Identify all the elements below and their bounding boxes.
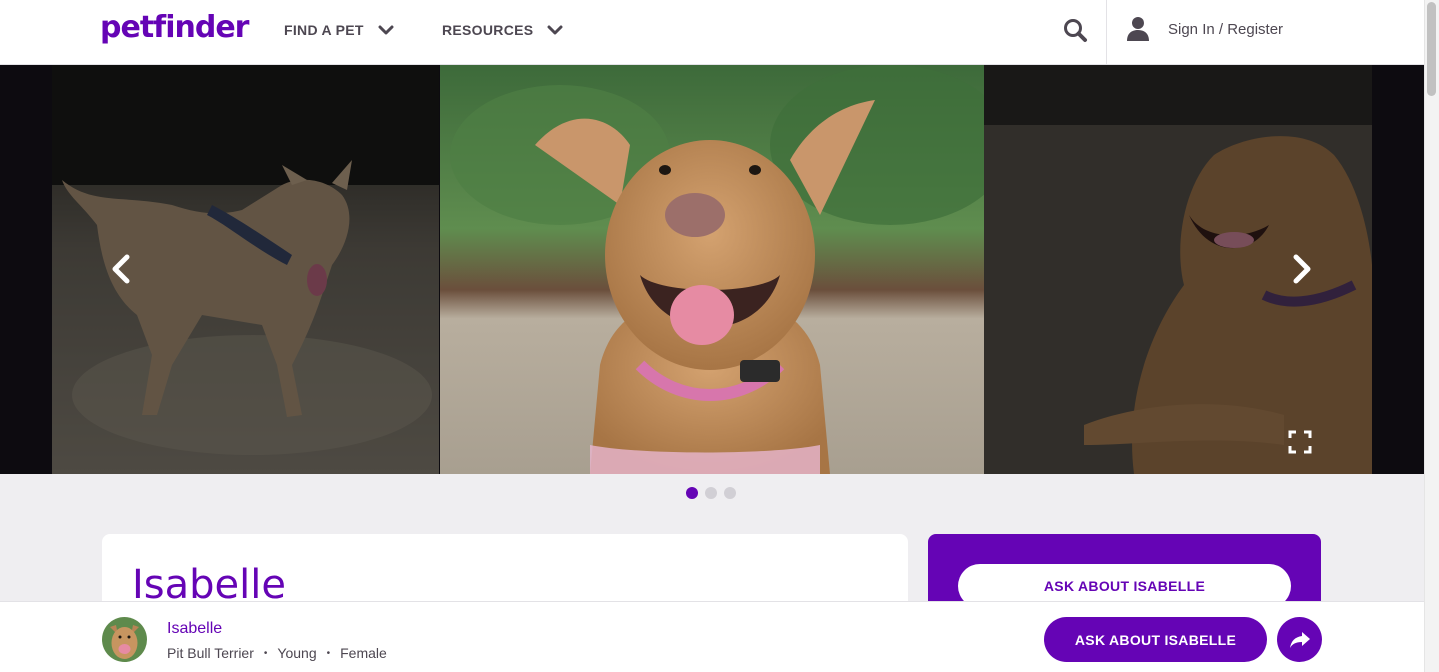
carousel-dot[interactable] — [705, 487, 717, 499]
pet-breed: Pit Bull Terrier — [167, 645, 254, 661]
share-arrow-icon — [1289, 631, 1310, 648]
share-button[interactable] — [1277, 617, 1322, 662]
dog-smiling-photo — [440, 65, 984, 474]
sticky-pet-name: Isabelle — [167, 620, 223, 637]
meta-separator: • — [326, 647, 331, 659]
header-divider — [1106, 0, 1107, 64]
search-icon[interactable] — [1062, 17, 1088, 43]
scrollbar-thumb[interactable] — [1427, 2, 1436, 96]
pet-age: Young — [277, 645, 317, 661]
sticky-pet-bar: Isabelle Pit Bull Terrier • Young • Fema… — [0, 601, 1424, 672]
nav-resources[interactable]: RESOURCES — [442, 22, 563, 38]
meta-separator: • — [263, 647, 268, 659]
nav-find-a-pet-label: FIND A PET — [284, 22, 364, 38]
carousel-pagination — [686, 487, 736, 499]
nav-resources-label: RESOURCES — [442, 22, 534, 38]
chevron-right-icon[interactable] — [1283, 251, 1319, 287]
chevron-down-icon — [547, 25, 563, 35]
carousel-dot[interactable] — [686, 487, 698, 499]
carousel-dot[interactable] — [724, 487, 736, 499]
nav-find-a-pet[interactable]: FIND A PET — [284, 22, 394, 38]
sticky-pet-meta: Pit Bull Terrier • Young • Female — [167, 645, 387, 661]
page-scrollbar[interactable] — [1424, 0, 1439, 672]
photo-carousel[interactable] — [0, 65, 1424, 474]
chevron-left-icon[interactable] — [104, 251, 140, 287]
pet-avatar — [102, 617, 147, 662]
chevron-down-icon — [378, 25, 394, 35]
fullscreen-icon[interactable] — [1288, 430, 1312, 454]
sign-in-register-link[interactable]: Sign In / Register — [1126, 16, 1283, 42]
pet-gender: Female — [340, 645, 387, 661]
petfinder-logo[interactable]: petfinder — [100, 10, 249, 45]
sign-in-register-label: Sign In / Register — [1168, 20, 1284, 38]
sticky-ask-about-pet-button[interactable]: ASK ABOUT ISABELLE — [1044, 617, 1267, 662]
site-header: petfinder FIND A PET RESOURCES Sign In /… — [0, 0, 1424, 65]
user-icon — [1127, 17, 1149, 41]
